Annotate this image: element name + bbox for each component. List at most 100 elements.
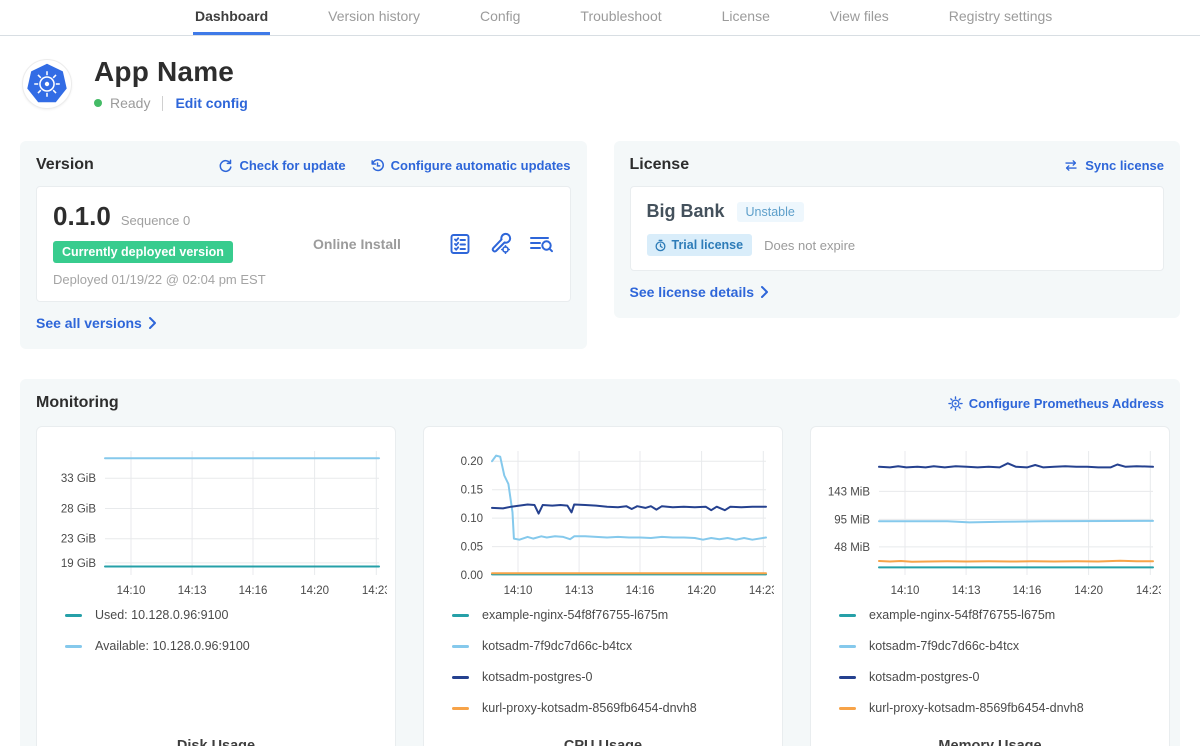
chart-series-line: [492, 456, 766, 540]
view-deploy-logs-icon[interactable]: [528, 232, 554, 256]
tab-dashboard[interactable]: Dashboard: [193, 0, 270, 35]
svg-text:14:23: 14:23: [1136, 585, 1161, 597]
legend-item: example-nginx-54f8f76755-l675m: [839, 608, 1161, 622]
legend-color-dash: [839, 707, 856, 710]
legend-color-dash: [452, 676, 469, 679]
svg-text:33 GiB: 33 GiB: [61, 473, 96, 485]
svg-text:48 MiB: 48 MiB: [834, 542, 870, 554]
chart-series-line: [492, 505, 766, 514]
legend-color-dash: [452, 707, 469, 710]
chevron-right-icon: [148, 316, 157, 330]
deployed-badge: Currently deployed version: [53, 241, 233, 263]
chart-title: Disk Usage: [45, 732, 387, 746]
legend-color-dash: [839, 645, 856, 648]
deployed-timestamp: Deployed 01/19/22 @ 02:04 pm EST: [53, 272, 303, 287]
svg-text:14:23: 14:23: [749, 585, 774, 597]
chart-series-line: [879, 463, 1153, 467]
svg-text:28 GiB: 28 GiB: [61, 504, 96, 516]
svg-text:19 GiB: 19 GiB: [61, 558, 96, 570]
sync-license-link[interactable]: Sync license: [1063, 158, 1164, 173]
configure-automatic-updates-link[interactable]: Configure automatic updates: [370, 158, 571, 173]
license-panel-title: License: [630, 156, 690, 174]
chart-canvas: 14:1014:1314:1614:2014:2319 GiB23 GiB28 …: [45, 437, 387, 602]
legend-label: Available: 10.128.0.96:9100: [95, 639, 250, 653]
svg-text:14:10: 14:10: [504, 585, 533, 597]
stopwatch-icon: [654, 239, 667, 252]
svg-text:14:20: 14:20: [300, 585, 329, 597]
monitoring-panel-title: Monitoring: [36, 394, 119, 412]
svg-text:0.20: 0.20: [461, 456, 483, 468]
edit-config-link[interactable]: Edit config: [175, 95, 247, 111]
version-panel-title: Version: [36, 156, 94, 174]
legend-item: Used: 10.128.0.96:9100: [65, 608, 387, 622]
page-title: App Name: [94, 56, 248, 88]
configure-prometheus-link[interactable]: Configure Prometheus Address: [948, 396, 1164, 411]
legend-label: example-nginx-54f8f76755-l675m: [869, 608, 1055, 622]
legend-label: kotsadm-postgres-0: [869, 670, 979, 684]
check-for-update-link[interactable]: Check for update: [218, 158, 345, 173]
chart-title: CPU Usage: [432, 732, 774, 746]
chart-canvas: 14:1014:1314:1614:2014:230.000.050.100.1…: [432, 437, 774, 602]
tab-registry-settings[interactable]: Registry settings: [947, 0, 1054, 35]
chart-legend: example-nginx-54f8f76755-l675m kotsadm-7f…: [432, 602, 774, 732]
legend-item: kotsadm-postgres-0: [452, 670, 774, 684]
svg-text:23 GiB: 23 GiB: [61, 534, 96, 546]
legend-label: kurl-proxy-kotsadm-8569fb6454-dnvh8: [482, 701, 697, 715]
refresh-icon: [218, 158, 233, 173]
svg-text:14:10: 14:10: [117, 585, 146, 597]
preflight-checks-icon[interactable]: [448, 232, 472, 256]
legend-label: kurl-proxy-kotsadm-8569fb6454-dnvh8: [869, 701, 1084, 715]
chart-plot: 14:1014:1314:1614:2014:230.000.050.100.1…: [432, 437, 774, 602]
channel-badge: Unstable: [737, 202, 804, 222]
legend-item: kurl-proxy-kotsadm-8569fb6454-dnvh8: [839, 701, 1161, 715]
app-header: App Name Ready Edit config: [0, 36, 1200, 111]
svg-text:14:23: 14:23: [362, 585, 387, 597]
monitoring-panel: Monitoring Configure Prometheus Address …: [20, 379, 1180, 746]
license-expiry: Does not expire: [764, 238, 855, 253]
tab-troubleshoot[interactable]: Troubleshoot: [578, 0, 663, 35]
see-license-details-link[interactable]: See license details: [630, 284, 770, 300]
tab-version-history[interactable]: Version history: [326, 0, 422, 35]
trial-license-badge: Trial license: [647, 234, 753, 256]
license-panel: License Sync license Big Bank Unstable: [614, 141, 1181, 318]
legend-label: kotsadm-7f9dc7d66c-b4tcx: [869, 639, 1019, 653]
legend-color-dash: [65, 645, 82, 648]
chart-series-line: [879, 561, 1153, 562]
legend-item: example-nginx-54f8f76755-l675m: [452, 608, 774, 622]
legend-label: kotsadm-7f9dc7d66c-b4tcx: [482, 639, 632, 653]
see-all-versions-link[interactable]: See all versions: [36, 315, 157, 331]
svg-text:143 MiB: 143 MiB: [828, 486, 871, 498]
license-name: Big Bank: [647, 201, 725, 222]
svg-text:95 MiB: 95 MiB: [834, 514, 870, 526]
legend-color-dash: [65, 614, 82, 617]
cpu-usage-chart-card: 14:1014:1314:1614:2014:230.000.050.100.1…: [423, 426, 783, 746]
chart-title: Memory Usage: [819, 732, 1161, 746]
chart-plot: 14:1014:1314:1614:2014:2319 GiB23 GiB28 …: [45, 437, 387, 602]
svg-text:0.05: 0.05: [461, 542, 483, 554]
top-nav: Dashboard Version history Config Trouble…: [0, 0, 1200, 36]
install-type-label: Online Install: [303, 236, 448, 252]
license-card: Big Bank Unstable Trial license Does not…: [630, 186, 1165, 271]
legend-item: Available: 10.128.0.96:9100: [65, 639, 387, 653]
legend-item: kotsadm-postgres-0: [839, 670, 1161, 684]
svg-text:14:20: 14:20: [1074, 585, 1103, 597]
legend-color-dash: [452, 645, 469, 648]
legend-color-dash: [452, 614, 469, 617]
svg-text:14:16: 14:16: [626, 585, 655, 597]
svg-text:14:13: 14:13: [565, 585, 594, 597]
clock-refresh-icon: [370, 158, 385, 173]
tab-config[interactable]: Config: [478, 0, 522, 35]
legend-item: kotsadm-7f9dc7d66c-b4tcx: [452, 639, 774, 653]
version-number: 0.1.0: [53, 201, 111, 232]
tab-view-files[interactable]: View files: [828, 0, 891, 35]
tab-license[interactable]: License: [720, 0, 772, 35]
svg-text:14:13: 14:13: [952, 585, 981, 597]
version-sequence: Sequence 0: [121, 213, 190, 228]
edit-config-wrench-icon[interactable]: [488, 232, 512, 256]
chart-plot: 14:1014:1314:1614:2014:2348 MiB95 MiB143…: [819, 437, 1161, 602]
svg-text:0.10: 0.10: [461, 513, 483, 525]
status-dot: [94, 99, 102, 107]
memory-usage-chart-card: 14:1014:1314:1614:2014:2348 MiB95 MiB143…: [810, 426, 1170, 746]
version-panel: Version Check for update Configure autom…: [20, 141, 587, 349]
legend-color-dash: [839, 676, 856, 679]
